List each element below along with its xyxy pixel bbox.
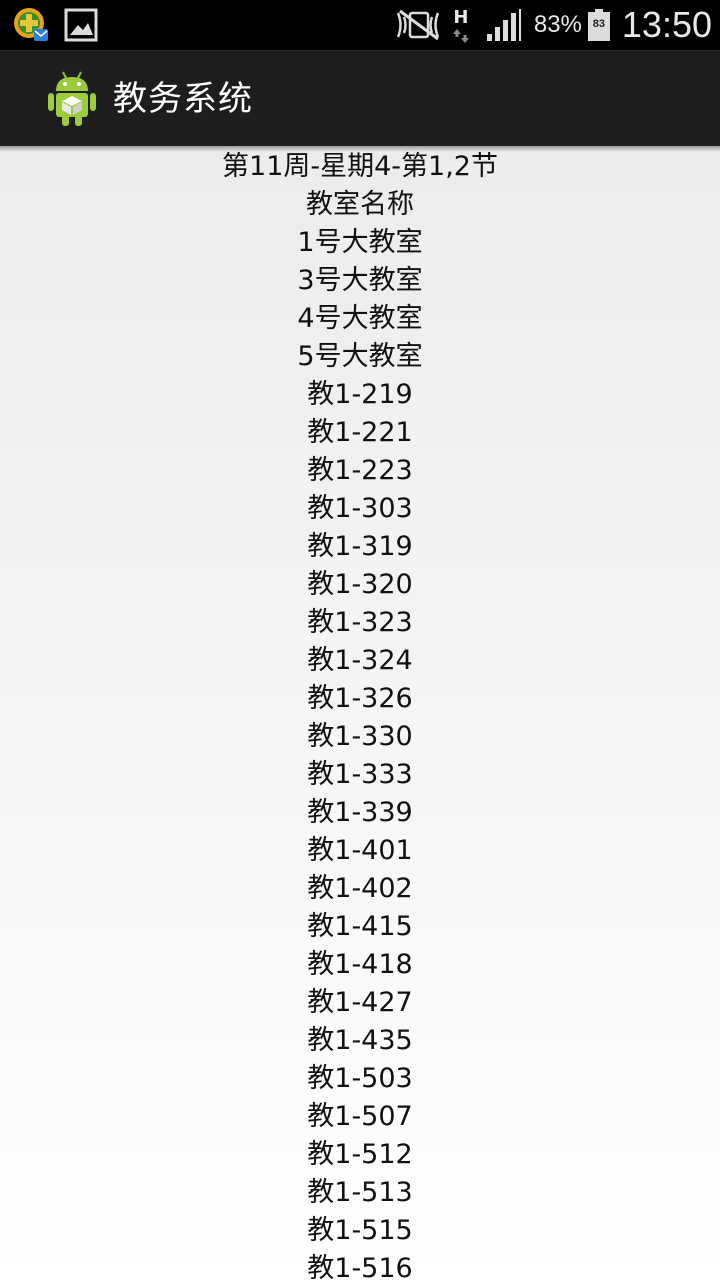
- signal-icon: [486, 9, 521, 41]
- list-item: 教1-319: [307, 531, 413, 562]
- list-item: 教1-324: [307, 645, 413, 676]
- list-item: 教1-330: [307, 721, 413, 752]
- data-arrows-icon: [452, 29, 469, 43]
- list-item: 教1-415: [307, 911, 413, 942]
- battery-icon: 83: [587, 9, 610, 41]
- list-item: 4号大教室: [297, 303, 423, 334]
- list-item: 3号大教室: [297, 265, 423, 296]
- list-item: 教1-326: [307, 683, 413, 714]
- network-h-icon: H: [450, 5, 472, 45]
- list-item: 教1-507: [307, 1101, 413, 1132]
- android-app-icon[interactable]: [46, 69, 98, 127]
- notification-area: [12, 6, 98, 44]
- list-item: 教1-435: [307, 1025, 413, 1056]
- list-item: 教1-512: [307, 1139, 413, 1170]
- list-item: 教1-516: [307, 1253, 413, 1280]
- list-item: 5号大教室: [297, 341, 423, 372]
- list-item: 教1-219: [307, 379, 413, 410]
- list-item: 教1-402: [307, 873, 413, 904]
- list-item: 教1-221: [307, 417, 413, 448]
- list-item: 教1-401: [307, 835, 413, 866]
- list-item: 教1-339: [307, 797, 413, 828]
- clock: 13:50: [621, 4, 712, 45]
- status-bar: H 83% 83 13:50: [0, 0, 720, 50]
- list-item: 教1-515: [307, 1215, 413, 1246]
- schedule-heading: 第11周-星期4-第1,2节: [222, 151, 498, 182]
- app-title: 教务系统: [113, 79, 253, 119]
- list-item: 教1-223: [307, 455, 413, 486]
- list-item: 教1-333: [307, 759, 413, 790]
- list-item: 教1-323: [307, 607, 413, 638]
- battery-level-label: 83: [592, 18, 606, 30]
- system-indicators: H 83% 83 13:50: [394, 0, 712, 50]
- battery-percentage: 83%: [533, 11, 582, 38]
- list-item: 教1-418: [307, 949, 413, 980]
- action-bar: 教务系统: [0, 50, 720, 146]
- list-item: 1号大教室: [297, 227, 423, 258]
- list-item: 教1-513: [307, 1177, 413, 1208]
- mute-icon: [396, 9, 440, 41]
- list-item: 教1-503: [307, 1063, 413, 1094]
- list-item: 教1-427: [307, 987, 413, 1018]
- app-notification-icon: [14, 8, 48, 41]
- gallery-notification-icon: [64, 8, 98, 42]
- list-item: 教1-303: [307, 493, 413, 524]
- classroom-list[interactable]: 第11周-星期4-第1,2节 教室名称 1号大教室 3号大教室 4号大教室 5号…: [0, 148, 720, 1280]
- network-type-label: H: [453, 7, 469, 28]
- action-bar-shadow: [0, 146, 720, 152]
- classroom-list-screen: 第11周-星期4-第1,2节 教室名称 1号大教室 3号大教室 4号大教室 5号…: [0, 146, 720, 1280]
- list-item: 教1-320: [307, 569, 413, 600]
- column-header: 教室名称: [306, 189, 414, 220]
